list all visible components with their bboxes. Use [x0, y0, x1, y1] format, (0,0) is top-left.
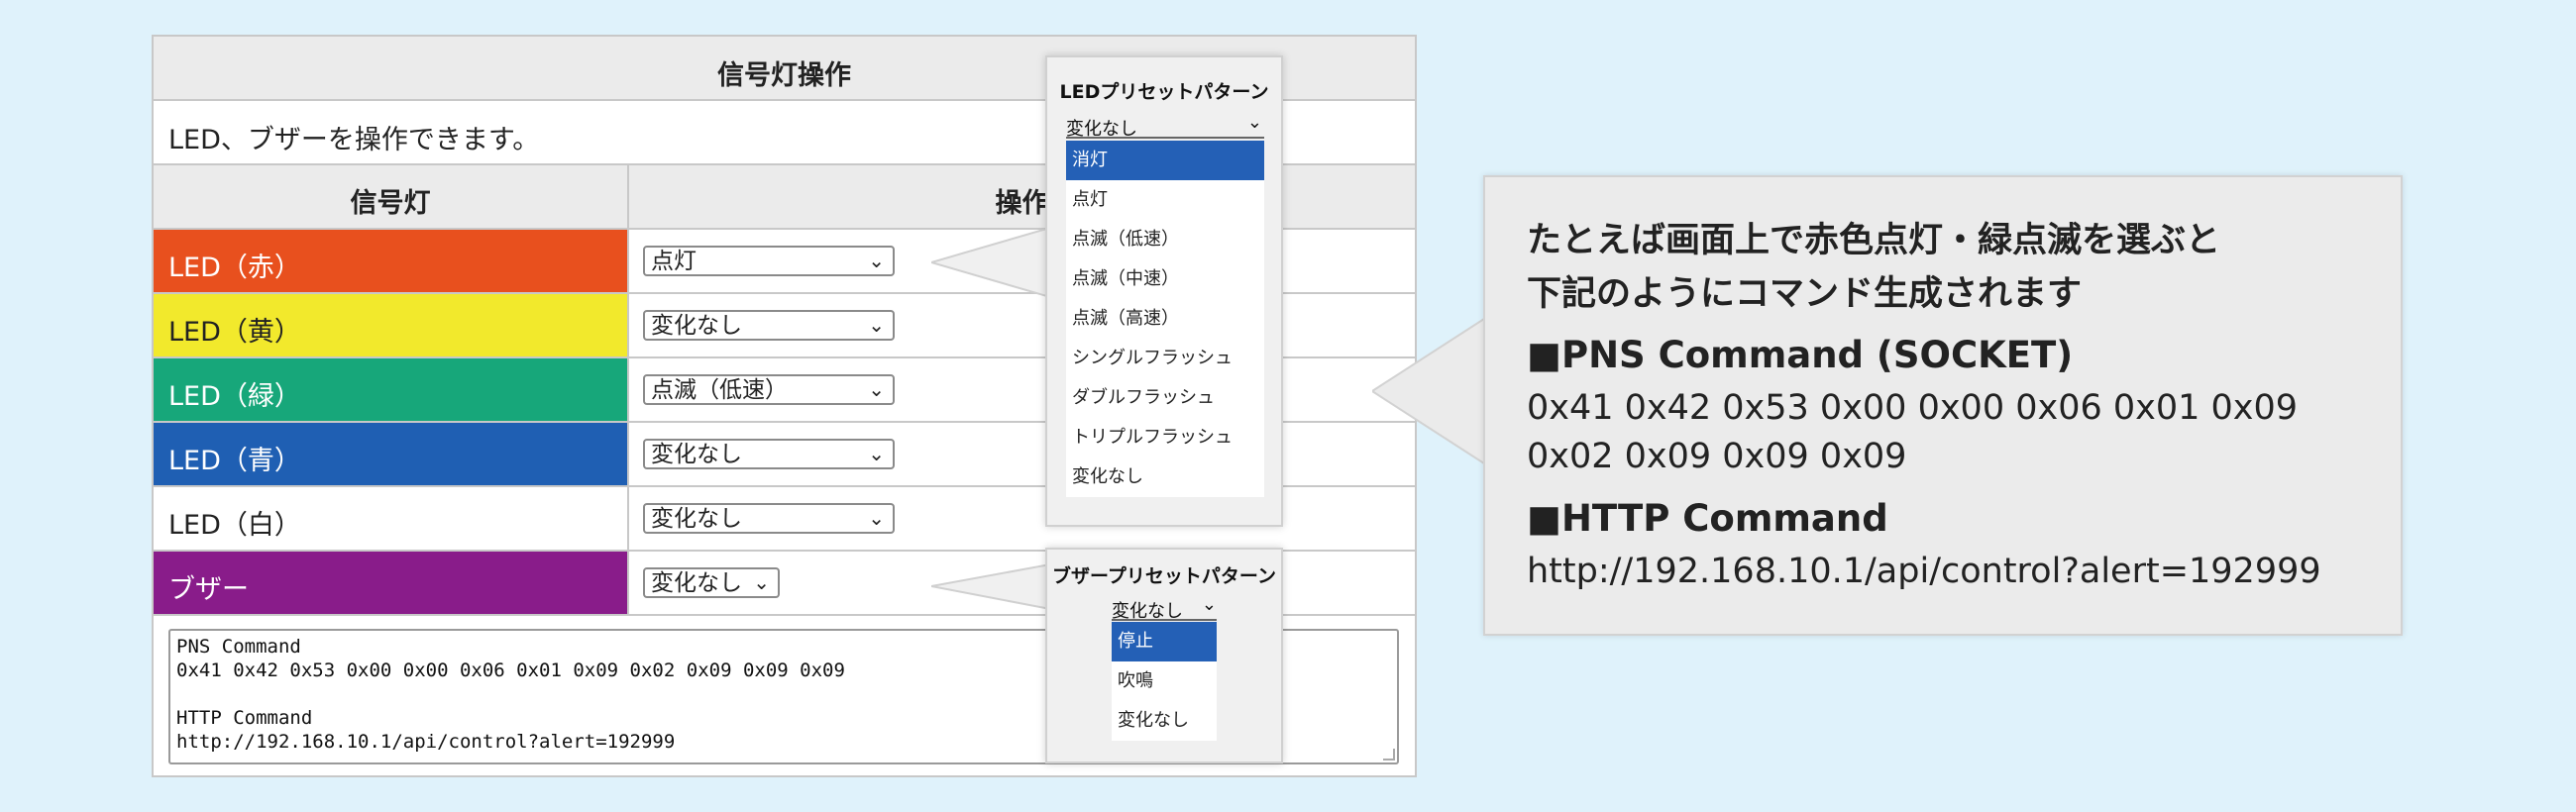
- select-value: 変化なし: [651, 506, 742, 532]
- option-double-flash[interactable]: ダブルフラッシュ: [1066, 378, 1264, 418]
- chevron-down-icon: ⌄: [753, 570, 770, 594]
- buzzer-select[interactable]: 変化なし ⌄: [643, 567, 780, 598]
- row-label-led-white: LED（白）: [154, 487, 627, 550]
- command-pns-label: PNS Command: [176, 636, 301, 658]
- option-off[interactable]: 消灯: [1066, 141, 1264, 180]
- led-popup-pointer: [931, 228, 1050, 299]
- row-label-led-green: LED（緑）: [154, 358, 627, 421]
- resize-handle-icon[interactable]: [1383, 749, 1395, 761]
- column-divider: [627, 423, 629, 485]
- chevron-down-icon: ⌄: [1201, 594, 1217, 615]
- column-divider: [627, 358, 629, 421]
- callout-pns-heading: ■PNS Command (SOCKET): [1527, 334, 2074, 376]
- select-value: 変化なし: [651, 570, 742, 596]
- callout-http-heading: ■HTTP Command: [1527, 497, 1888, 540]
- column-divider: [627, 294, 629, 356]
- callout-http-url: http://192.168.10.1/api/control?alert=19…: [1527, 552, 2321, 591]
- callout-pointer: [1372, 317, 1487, 465]
- buzzer-popup-pointer: [931, 564, 1050, 611]
- callout-lead-line1: たとえば画面上で赤色点灯・緑点滅を選ぶと: [1527, 221, 2221, 260]
- led-preset-options: 消灯 点灯 点滅（低速） 点滅（中速） 点滅（高速） シングルフラッシュ ダブル…: [1066, 141, 1264, 497]
- buzzer-popup-title: ブザープリセットパターン: [1052, 565, 1276, 587]
- chevron-down-icon: ⌄: [868, 442, 885, 465]
- column-divider: [627, 487, 629, 550]
- led-yellow-select[interactable]: 変化なし ⌄: [643, 310, 895, 341]
- led-white-select[interactable]: 変化なし ⌄: [643, 503, 895, 534]
- command-http-label: HTTP Command: [176, 707, 313, 729]
- buzzer-preset-options: 停止 吹鳴 変化なし: [1112, 622, 1217, 741]
- led-green-select[interactable]: 点滅（低速） ⌄: [643, 374, 895, 405]
- select-value: 変化なし: [651, 313, 742, 339]
- led-popup-title: LEDプリセットパターン: [1059, 81, 1269, 103]
- column-divider: [627, 552, 629, 614]
- option-single-flash[interactable]: シングルフラッシュ: [1066, 339, 1264, 378]
- callout-pns-line2: 0x02 0x09 0x09 0x09: [1527, 437, 1907, 476]
- option-no-change[interactable]: 変化なし: [1112, 701, 1217, 741]
- chevron-down-icon: ⌄: [868, 506, 885, 530]
- command-pns-bytes: 0x41 0x42 0x53 0x00 0x00 0x06 0x01 0x09 …: [176, 660, 845, 681]
- buzzer-preset-select[interactable]: 変化なし ⌄: [1112, 594, 1217, 622]
- chevron-down-icon: ⌄: [1246, 112, 1262, 133]
- option-stop[interactable]: 停止: [1112, 622, 1217, 661]
- row-label-buzzer: ブザー: [154, 552, 627, 614]
- option-blink-medium[interactable]: 点滅（中速）: [1066, 259, 1264, 299]
- row-label-led-red: LED（赤）: [154, 230, 627, 292]
- select-value: 変化なし: [1112, 601, 1183, 622]
- column-divider: [627, 230, 629, 292]
- row-label-led-blue: LED（青）: [154, 423, 627, 485]
- command-http-url: http://192.168.10.1/api/control?alert=19…: [176, 731, 676, 753]
- row-label-led-yellow: LED（黄）: [154, 294, 627, 356]
- command-callout: たとえば画面上で赤色点灯・緑点滅を選ぶと 下記のようにコマンド生成されます ■P…: [1483, 175, 2403, 636]
- select-value: 変化なし: [651, 442, 742, 467]
- led-red-select[interactable]: 点灯 ⌄: [643, 246, 895, 276]
- column-header-operation: 操作: [995, 188, 1049, 219]
- option-sound[interactable]: 吹鳴: [1112, 661, 1217, 701]
- callout-pns-line1: 0x41 0x42 0x53 0x00 0x00 0x06 0x01 0x09: [1527, 388, 2299, 428]
- select-value: 点灯: [651, 249, 697, 274]
- buzzer-preset-popup: ブザープリセットパターン 変化なし ⌄ 停止 吹鳴 変化なし: [1045, 548, 1283, 763]
- select-value: 変化なし: [1066, 119, 1137, 140]
- chevron-down-icon: ⌄: [868, 313, 885, 337]
- chevron-down-icon: ⌄: [868, 249, 885, 272]
- select-value: 点滅（低速）: [651, 377, 788, 403]
- led-preset-popup: LEDプリセットパターン 変化なし ⌄ 消灯 点灯 点滅（低速） 点滅（中速） …: [1045, 55, 1283, 527]
- option-triple-flash[interactable]: トリプルフラッシュ: [1066, 418, 1264, 457]
- option-blink-fast[interactable]: 点滅（高速）: [1066, 299, 1264, 339]
- column-header-signal: 信号灯: [350, 188, 431, 219]
- option-no-change[interactable]: 変化なし: [1066, 457, 1264, 497]
- option-blink-slow[interactable]: 点滅（低速）: [1066, 220, 1264, 259]
- option-on[interactable]: 点灯: [1066, 180, 1264, 220]
- led-blue-select[interactable]: 変化なし ⌄: [643, 439, 895, 469]
- led-preset-select[interactable]: 変化なし ⌄: [1066, 112, 1264, 140]
- panel-description: LED、ブザーを操作できます。: [168, 125, 540, 155]
- chevron-down-icon: ⌄: [868, 377, 885, 401]
- callout-lead-line2: 下記のようにコマンド生成されます: [1527, 274, 2083, 314]
